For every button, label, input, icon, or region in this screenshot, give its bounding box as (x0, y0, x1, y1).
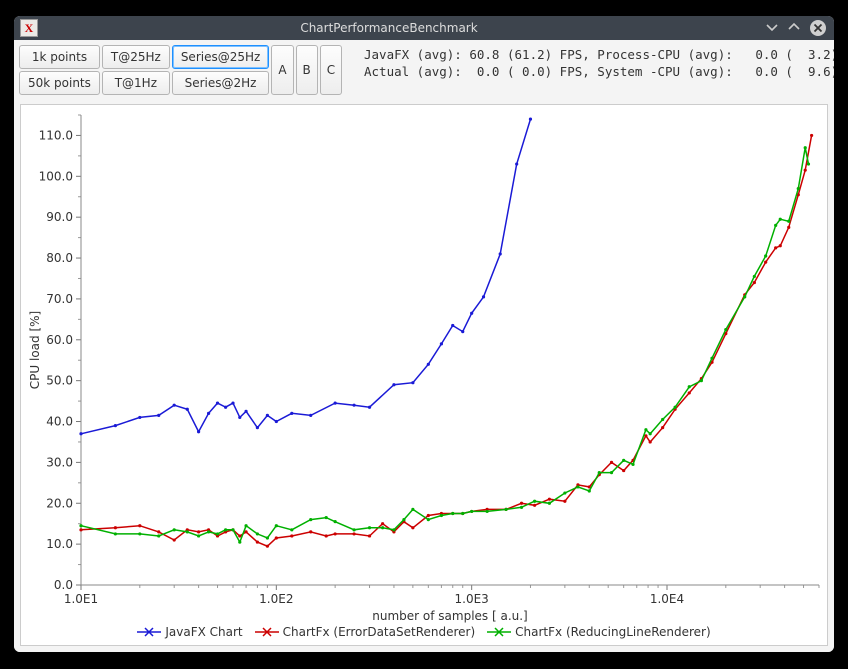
window-app-icon: X (20, 19, 38, 37)
stats-readout: JavaFX (avg): 60.8 (61.2) FPS, Process-C… (364, 46, 828, 80)
svg-text:90.0: 90.0 (46, 210, 73, 224)
legend-item-chartfx-error[interactable]: ChartFx (ErrorDataSetRenderer) (255, 625, 476, 639)
legend-item-chartfx-reducing[interactable]: ChartFx (ReducingLineRenderer) (487, 625, 711, 639)
chart-legend: JavaFX Chart ChartFx (ErrorDataSetRender… (21, 625, 827, 639)
legend-symbol-javafx (137, 625, 161, 639)
legend-symbol-chartfx-reducing (487, 625, 511, 639)
svg-text:1.0E4: 1.0E4 (650, 592, 684, 606)
svg-text:70.0: 70.0 (46, 292, 73, 306)
svg-text:1.0E1: 1.0E1 (64, 592, 98, 606)
toolbar: 1k points 50k points T@25Hz T@1Hz Series… (18, 44, 343, 96)
window-close-icon[interactable] (810, 20, 826, 36)
btn-timer-1hz[interactable]: T@1Hz (102, 71, 170, 95)
svg-text:1.0E2: 1.0E2 (259, 592, 293, 606)
svg-text:number of samples [ a.u.]: number of samples [ a.u.] (372, 609, 528, 623)
svg-text:1.0E3: 1.0E3 (455, 592, 489, 606)
svg-text:80.0: 80.0 (46, 251, 73, 265)
btn-series-2hz[interactable]: Series@2Hz (172, 71, 270, 95)
tab-c[interactable]: C (320, 45, 342, 95)
svg-text:50.0: 50.0 (46, 374, 73, 388)
chart-svg: 0.0 10.0 20.0 30.0 40.0 50.0 60.0 70.0 80.0 90.0 1… (21, 105, 827, 645)
legend-symbol-chartfx-error (255, 625, 279, 639)
stats-line-1: JavaFX (avg): 60.8 (61.2) FPS, Process-C… (364, 47, 834, 62)
svg-text:30.0: 30.0 (46, 455, 73, 469)
btn-series-25hz[interactable]: Series@25Hz (172, 45, 270, 69)
btn-1k-points[interactable]: 1k points (19, 45, 100, 69)
legend-label-chartfx-reducing: ChartFx (ReducingLineRenderer) (515, 625, 711, 639)
window-title: ChartPerformanceBenchmark (44, 21, 766, 35)
tab-a[interactable]: A (271, 45, 293, 95)
svg-text:40.0: 40.0 (46, 415, 73, 429)
window-minimize-icon[interactable] (766, 21, 778, 35)
window-titlebar[interactable]: X ChartPerformanceBenchmark (14, 16, 834, 40)
window-content: 1k points 50k points T@25Hz T@1Hz Series… (14, 40, 834, 652)
chart-area: 0.0 10.0 20.0 30.0 40.0 50.0 60.0 70.0 80.0 90.0 1… (20, 104, 828, 646)
svg-text:100.0: 100.0 (39, 169, 73, 183)
legend-label-javafx: JavaFX Chart (165, 625, 242, 639)
tab-b[interactable]: B (296, 45, 318, 95)
window-maximize-icon[interactable] (788, 21, 800, 35)
stats-line-2: Actual (avg): 0.0 ( 0.0) FPS, System -CP… (364, 64, 834, 79)
app-window: X ChartPerformanceBenchmark 1k points 50… (14, 16, 834, 652)
svg-text:20.0: 20.0 (46, 496, 73, 510)
svg-text:CPU load [%]: CPU load [%] (28, 311, 42, 389)
svg-text:60.0: 60.0 (46, 333, 73, 347)
btn-50k-points[interactable]: 50k points (19, 71, 100, 95)
svg-text:10.0: 10.0 (46, 537, 73, 551)
btn-timer-25hz[interactable]: T@25Hz (102, 45, 170, 69)
svg-text:0.0: 0.0 (54, 578, 73, 592)
legend-label-chartfx-error: ChartFx (ErrorDataSetRenderer) (283, 625, 476, 639)
legend-item-javafx[interactable]: JavaFX Chart (137, 625, 242, 639)
svg-text:110.0: 110.0 (39, 128, 73, 142)
